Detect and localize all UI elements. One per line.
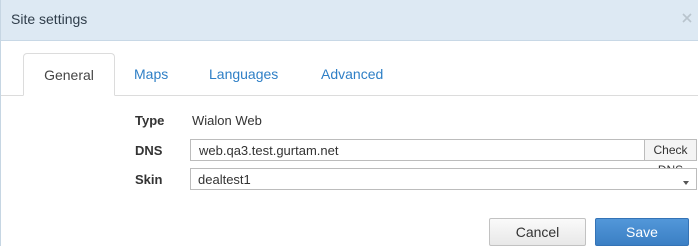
chevron-down-icon [682, 175, 690, 190]
close-icon[interactable] [681, 12, 695, 26]
save-button[interactable]: Save [595, 218, 689, 246]
dns-label: DNS [135, 143, 163, 158]
check-dns-button[interactable]: Check DNS [644, 139, 697, 177]
dialog-title: Site settings [11, 11, 88, 27]
site-settings-dialog: Site settings General Maps Languages Adv… [0, 0, 698, 246]
tab-bar: General Maps Languages Advanced [1, 53, 698, 96]
skin-select[interactable]: dealtest1 [190, 168, 697, 190]
tab-languages[interactable]: Languages [209, 53, 278, 96]
cancel-button[interactable]: Cancel [489, 218, 586, 246]
dialog-titlebar: Site settings [1, 0, 698, 41]
tab-maps[interactable]: Maps [134, 53, 168, 96]
skin-selected-value: dealtest1 [198, 172, 251, 187]
dns-input[interactable] [190, 139, 645, 161]
type-label: Type [135, 113, 165, 128]
skin-label: Skin [135, 172, 163, 187]
type-value: Wialon Web [192, 113, 262, 128]
tab-advanced[interactable]: Advanced [321, 53, 383, 96]
tab-general[interactable]: General [23, 53, 115, 96]
